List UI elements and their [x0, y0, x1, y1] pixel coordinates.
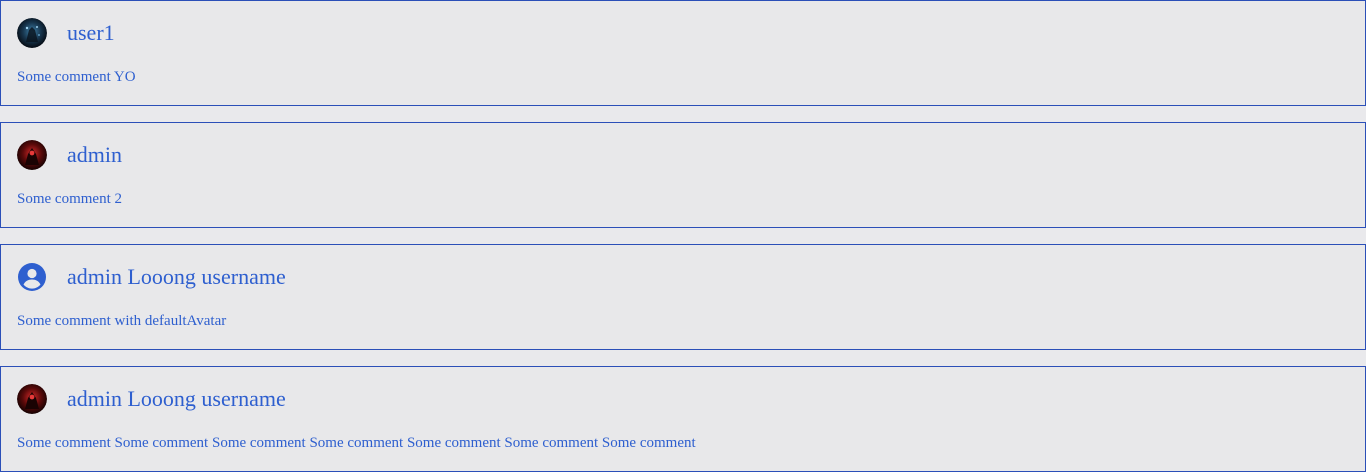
dark-red-avatar-image [17, 384, 47, 414]
comment-username[interactable]: admin Looong username [67, 383, 286, 415]
account-circle-icon [18, 263, 46, 291]
user-avatar-icon[interactable] [17, 140, 47, 170]
comment-username[interactable]: admin Looong username [67, 261, 286, 293]
comment-username[interactable]: admin [67, 139, 122, 171]
comment-header: admin Looong username [17, 383, 286, 415]
user-avatar-icon[interactable] [17, 18, 47, 48]
comment-text: Some comment YO [17, 69, 136, 85]
dark-red-avatar-image [17, 140, 47, 170]
default-user-icon[interactable] [17, 262, 47, 292]
comment-card: admin Looong username Some comment with … [0, 244, 1366, 350]
comment-header: user1 [17, 17, 115, 49]
comment-text: Some comment 2 [17, 191, 122, 207]
comment-card: user1 Some comment YO [0, 0, 1366, 106]
comment-username[interactable]: user1 [67, 17, 115, 49]
comment-card: admin Some comment 2 [0, 122, 1366, 228]
dark-blue-avatar-image [17, 18, 47, 48]
comment-text: Some comment with defaultAvatar [17, 313, 227, 329]
comment-header: admin Looong username [17, 261, 286, 293]
user-avatar-icon[interactable] [17, 384, 47, 414]
comment-card: admin Looong username Some comment Some … [0, 366, 1366, 472]
comment-header: admin [17, 139, 122, 171]
comment-text: Some comment Some comment Some comment S… [17, 435, 696, 451]
